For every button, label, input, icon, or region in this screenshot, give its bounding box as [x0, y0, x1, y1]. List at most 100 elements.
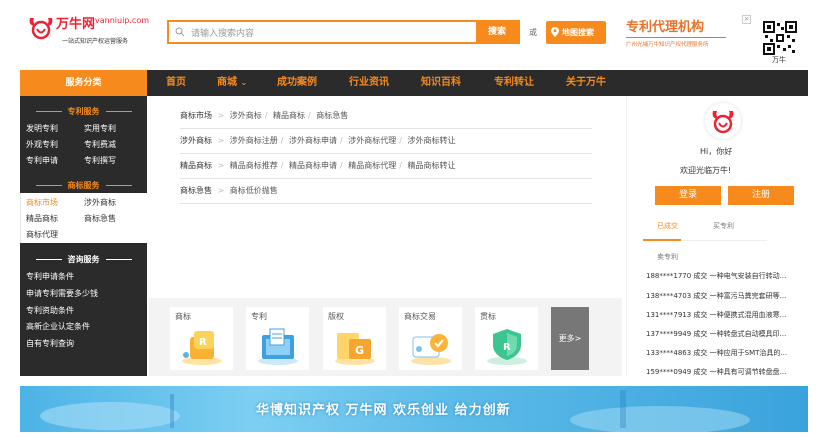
nav-patent-transfer[interactable]: 专利转让 — [494, 70, 534, 96]
dropdown-row-head[interactable]: 涉外商标 — [180, 136, 212, 145]
site-logo[interactable]: 万牛网 vanniuip.com 一站式知识产权运营服务 — [26, 12, 149, 48]
logo-name: 万牛网 — [56, 17, 96, 32]
qr-label: 万牛 — [772, 56, 786, 64]
bull-logo-icon — [712, 111, 734, 134]
search-bar: 请输入搜索内容 搜索 — [167, 20, 520, 44]
search-input[interactable]: 请输入搜索内容 — [191, 26, 254, 39]
sidebar-item-tm-agent[interactable]: 商标代理 — [26, 229, 58, 240]
agency-badge[interactable]: 专利代理机构 广州光埔万牛知识产权代理服务所 — [626, 16, 726, 48]
sidebar-item-consult-5[interactable]: 自有专利查询 — [26, 338, 74, 349]
nav-news[interactable]: 行业资讯 — [349, 70, 389, 96]
or-text: 或 — [529, 28, 537, 37]
sidebar-item-consult-3[interactable]: 专利资助条件 — [26, 305, 74, 316]
close-icon[interactable]: × — [742, 15, 751, 24]
promo-banner[interactable]: 华博知识产权 万牛网 欢乐创业 给力创新 — [20, 386, 808, 432]
map-pin-icon — [551, 27, 559, 37]
logo-slogan: 一站式知识产权运营服务 — [62, 38, 129, 45]
avatar — [705, 103, 741, 139]
sidebar-item-writing[interactable]: 专利撰写 — [84, 155, 116, 166]
svg-text:R: R — [199, 337, 207, 348]
list-item[interactable]: 159****0949 成交 一种具有可调节转盘盘... — [646, 367, 798, 377]
tab-buy-patent[interactable]: 买专利 — [713, 221, 734, 231]
service-category-button[interactable]: 服务分类 — [20, 70, 147, 96]
list-item[interactable]: 137****9949 成交 一种转盘式自动模具印... — [646, 329, 798, 339]
dropdown-row: 精品商标 > 精品商标推荐 / 精品商标申请 / 精品商标代理 / 精品商标转让 — [180, 161, 456, 170]
dropdown-link[interactable]: 涉外商标 — [230, 111, 262, 120]
nav-about[interactable]: 关于万牛 — [566, 70, 606, 96]
dropdown-row: 商标市场 > 涉外商标 / 精品商标 / 商标急售 — [180, 111, 349, 120]
dropdown-link[interactable]: 精品商标推荐 — [230, 161, 278, 170]
svg-text:R: R — [503, 342, 511, 353]
dropdown-link[interactable]: 涉外商标申请 — [289, 136, 337, 145]
service-card-tm-trade[interactable]: 商标交易 — [399, 307, 462, 370]
dropdown-link[interactable]: 精品商标转让 — [408, 161, 456, 170]
dropdown-link[interactable]: 涉外商标转让 — [408, 136, 456, 145]
login-button[interactable]: 登录 — [655, 186, 721, 205]
sidebar-item-utility[interactable]: 实用专利 — [84, 123, 116, 134]
dropdown-link[interactable]: 商标低价抛售 — [230, 186, 278, 195]
copyright-illustration-icon: G — [335, 333, 375, 365]
divider — [180, 178, 592, 179]
nav-mall[interactable]: 商城 ⌄ — [217, 70, 247, 96]
sidebar-item-invention[interactable]: 发明专利 — [26, 123, 58, 134]
dropdown-link[interactable]: 精品商标代理 — [348, 161, 396, 170]
sidebar-item-tm-urgent[interactable]: 商标急售 — [84, 213, 116, 224]
list-item[interactable]: 138****4703 成交 一种富污马粪完套研等... — [646, 291, 798, 301]
sidebar-item-tm-foreign[interactable]: 涉外商标 — [84, 197, 116, 208]
nav-cases[interactable]: 成功案例 — [277, 70, 317, 96]
list-item[interactable]: 188****1770 成交 一种电气安装自行转动... — [646, 271, 798, 281]
divider — [180, 153, 592, 154]
sidebar-item-design[interactable]: 外观专利 — [26, 139, 58, 150]
service-card-copyright[interactable]: 版权 G — [323, 307, 386, 370]
map-search-button[interactable]: 地图搜索 — [546, 21, 606, 44]
dropdown-link[interactable]: 商标急售 — [316, 111, 348, 120]
sell-patent-label[interactable]: 卖专利 — [657, 252, 678, 262]
dropdown-link[interactable]: 精品商标申请 — [289, 161, 337, 170]
dropdown-row-head[interactable]: 商标急售 — [180, 186, 212, 195]
sidebar-item-tm-premium[interactable]: 精品商标 — [26, 213, 58, 224]
more-services-button[interactable]: 更多> — [551, 307, 589, 370]
list-item[interactable]: 133****4863 成交 一种应用于SMT治具的... — [646, 348, 798, 358]
svg-text:G: G — [355, 344, 364, 357]
sidebar-item-consult-4[interactable]: 高新企业认定条件 — [26, 321, 90, 332]
shield-icon: R — [487, 329, 527, 365]
nav-wiki[interactable]: 知识百科 — [421, 70, 461, 96]
dropdown-link[interactable]: 精品商标 — [273, 111, 305, 120]
dropdown-row-head[interactable]: 商标市场 — [180, 111, 212, 120]
map-search-label: 地图搜索 — [562, 28, 594, 37]
patent-illustration-icon — [258, 328, 298, 365]
dropdown-row-head[interactable]: 精品商标 — [180, 161, 212, 170]
sidebar-item-tm-market[interactable]: 商标市场 — [26, 197, 58, 208]
service-card-label: 版权 — [328, 312, 344, 321]
bull-logo-icon — [29, 18, 53, 40]
register-button[interactable]: 注册 — [728, 186, 794, 205]
tab-done[interactable]: 已成交 — [657, 221, 678, 231]
service-card-trademark[interactable]: 商标 R — [170, 307, 233, 370]
nav-mall-label: 商城 — [217, 77, 237, 88]
search-button[interactable]: 搜索 — [476, 22, 518, 42]
sidebar-item-consult-2[interactable]: 申请专利需要多少钱 — [26, 288, 98, 299]
banner-slogan: 华博知识产权 万牛网 欢乐创业 给力创新 — [256, 403, 511, 418]
sidebar-item-application[interactable]: 专利申请 — [26, 155, 58, 166]
sidebar-heading-consult: 咨询服务 — [20, 254, 147, 265]
service-card-label: 贯标 — [480, 312, 496, 321]
logo-domain: vanniuip.com — [95, 16, 149, 25]
search-icon — [175, 27, 185, 37]
service-card-patent[interactable]: 专利 — [246, 307, 309, 370]
sidebar-item-fee-reduction[interactable]: 专利费减 — [84, 139, 116, 150]
service-card-label: 专利 — [251, 312, 267, 321]
trade-illustration-icon — [411, 334, 451, 365]
service-card-label: 商标 — [175, 312, 191, 321]
service-card-standard[interactable]: 贯标 R — [475, 307, 538, 370]
sidebar-item-consult-1[interactable]: 专利申请条件 — [26, 271, 74, 282]
sidebar-heading-patent: 专利服务 — [20, 106, 147, 117]
dropdown-row: 涉外商标 > 涉外商标注册 / 涉外商标申请 / 涉外商标代理 / 涉外商标转让 — [180, 136, 456, 145]
nav-home[interactable]: 首页 — [166, 70, 186, 96]
dropdown-link[interactable]: 涉外商标代理 — [348, 136, 396, 145]
greeting-text: Hi，你好 — [700, 147, 733, 156]
active-tab-indicator — [643, 239, 681, 241]
service-card-label: 商标交易 — [404, 312, 436, 321]
list-item[interactable]: 131****7913 成交 一种便携式混用血液寒... — [646, 310, 798, 320]
dropdown-link[interactable]: 涉外商标注册 — [230, 136, 278, 145]
chevron-down-icon: ⌄ — [240, 78, 248, 87]
